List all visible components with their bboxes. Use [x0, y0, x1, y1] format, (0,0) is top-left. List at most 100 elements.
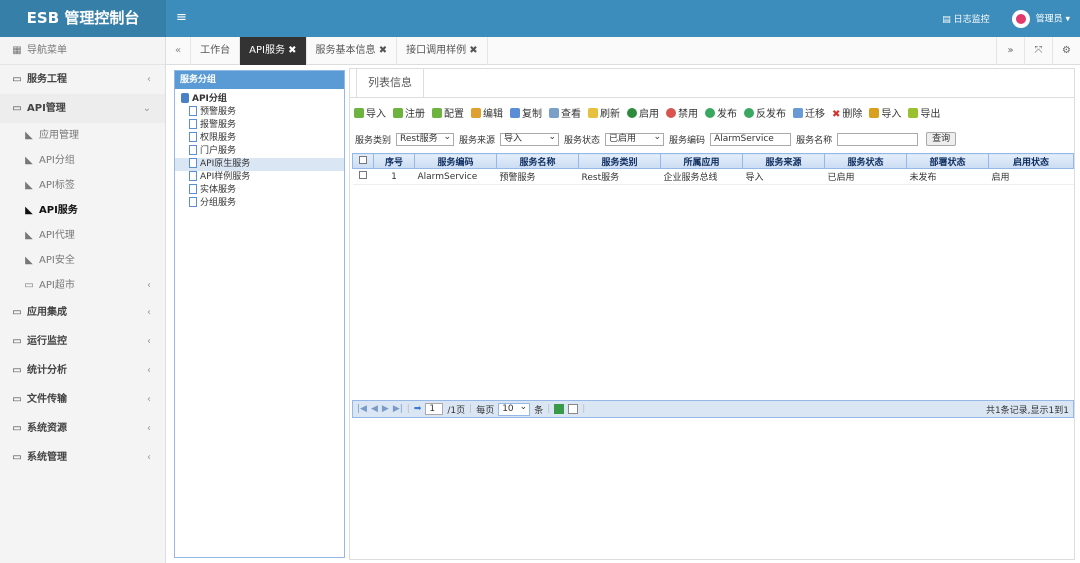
page-size-select[interactable]: 10 [498, 402, 531, 416]
excel-export-icon[interactable] [554, 404, 565, 414]
service-table: 序号 服务编码 服务名称 服务类别 所属应用 服务来源 服务状态 部署状态 启用… [352, 153, 1074, 185]
sidebar-item-statistics[interactable]: ▭ 统计分析 ‹ [0, 356, 165, 385]
checkbox-icon [359, 171, 367, 179]
first-page-icon[interactable]: |◀ [357, 404, 367, 414]
tag-icon: ◣ [25, 155, 33, 166]
col-header[interactable]: 服务编码 [414, 153, 497, 169]
unpublish-button[interactable]: 反发布 [744, 105, 786, 120]
col-header[interactable]: 服务来源 [742, 153, 825, 169]
register-button[interactable]: 注册 [393, 105, 425, 120]
col-header[interactable]: 所属应用 [660, 153, 743, 169]
filter-name-label: 服务名称 [796, 135, 833, 146]
query-button[interactable]: 查询 [926, 132, 957, 146]
row-checkbox[interactable] [352, 168, 374, 185]
tree-node[interactable]: 分组服务 [175, 197, 344, 210]
tree-node[interactable]: 报警服务 [175, 119, 344, 132]
app-title[interactable]: ESB 管理控制台 [0, 0, 166, 37]
log-monitor-link[interactable]: ▤ 日志监控 [942, 12, 989, 25]
fullscreen-icon[interactable]: ⤧ [1024, 37, 1052, 65]
export-button[interactable]: 导出 [908, 105, 940, 120]
tab-call-example[interactable]: 接口调用样例 ✖ [397, 37, 488, 65]
last-page-icon[interactable]: ▶| [393, 404, 403, 414]
service-name-input[interactable] [837, 132, 919, 146]
document-icon[interactable] [568, 404, 579, 414]
col-header[interactable]: 部署状态 [906, 153, 989, 169]
disable-button[interactable]: 禁用 [666, 105, 698, 120]
sidebar-item-app-integration[interactable]: ▭ 应用集成 ‹ [0, 298, 165, 327]
toolbar: 导入 注册 配置 编辑 复制 查看 刷新 启用 禁用 发布 反发布 迁移 ✖ 删除… [354, 105, 940, 120]
prev-page-icon[interactable]: ◀ [371, 404, 378, 414]
tab-list-info[interactable]: 列表信息 [356, 69, 424, 97]
sidebar-item-monitoring[interactable]: ▭ 运行监控 ‹ [0, 327, 165, 356]
sidebar-sub-app-management[interactable]: ◣ 应用管理 [0, 123, 165, 148]
table-cell: 已启用 [824, 168, 907, 185]
edit-button[interactable]: 编辑 [471, 105, 503, 120]
tree-node[interactable]: 实体服务 [175, 184, 344, 197]
chevron-left-icon: ‹ [147, 280, 151, 291]
folder-icon: ▭ [24, 280, 34, 291]
service-type-select[interactable]: Rest服务 [396, 132, 455, 146]
sidebar-item-api-management[interactable]: ▭ API管理 ⌄ [0, 94, 165, 123]
sidebar-item-file-transfer[interactable]: ▭ 文件传输 ‹ [0, 385, 165, 414]
menu-toggle-icon[interactable]: ≡ [176, 10, 187, 25]
config-button[interactable]: 配置 [432, 105, 464, 120]
tree-root[interactable]: API分组 [175, 93, 344, 106]
tab-service-basic-info[interactable]: 服务基本信息 ✖ [307, 37, 398, 65]
next-page-icon[interactable]: ▶ [382, 404, 389, 414]
folder-icon: ▭ [12, 452, 22, 463]
col-header[interactable]: 服务类别 [578, 153, 661, 169]
gear-icon[interactable]: ⚙ [1052, 37, 1080, 65]
folder-icon: ▭ [12, 103, 22, 114]
col-header[interactable]: 启用状态 [988, 153, 1074, 169]
table-cell: 导入 [742, 168, 825, 185]
select-all-checkbox[interactable] [352, 153, 374, 169]
import-button[interactable]: 导入 [354, 105, 386, 120]
sidebar-item-service-project[interactable]: ▭ 服务工程 ‹ [0, 65, 165, 94]
view-button[interactable]: 查看 [549, 105, 581, 120]
sidebar-header: ▦ 导航菜单 [0, 37, 165, 65]
tab-scroll-left[interactable]: « [166, 37, 192, 65]
service-source-select[interactable]: 导入 [500, 132, 560, 146]
go-icon[interactable]: ➡ [414, 404, 422, 414]
file-icon [189, 197, 197, 207]
divider: | [469, 404, 473, 414]
tag-icon: ◣ [25, 230, 33, 241]
col-header[interactable]: 服务状态 [824, 153, 907, 169]
col-header[interactable]: 序号 [373, 153, 415, 169]
tree-node[interactable]: 预警服务 [175, 106, 344, 119]
col-header[interactable]: 服务名称 [496, 153, 579, 169]
page-input[interactable]: 1 [425, 403, 444, 415]
service-code-input[interactable]: AlarmService [710, 132, 792, 146]
sidebar-sub-api-group[interactable]: ◣ API分组 [0, 148, 165, 173]
migrate-button[interactable]: 迁移 [793, 105, 825, 120]
sidebar-sub-api-security[interactable]: ◣ API安全 [0, 248, 165, 273]
import2-button[interactable]: 导入 [869, 105, 901, 120]
folder-icon: ▭ [12, 336, 22, 347]
sidebar-sub-api-tag[interactable]: ◣ API标签 [0, 173, 165, 198]
refresh-button[interactable]: 刷新 [588, 105, 620, 120]
tree-node[interactable]: 门户服务 [175, 145, 344, 158]
user-menu[interactable]: 管理员 ▾ [1011, 9, 1070, 28]
publish-button[interactable]: 发布 [705, 105, 737, 120]
sidebar-sub-api-service[interactable]: ◣ API服务 [0, 198, 165, 223]
enable-button[interactable]: 启用 [627, 105, 659, 120]
sidebar-sub-api-market[interactable]: ▭ API超市 ‹ [0, 273, 165, 298]
sidebar-item-system-resources[interactable]: ▭ 系统资源 ‹ [0, 414, 165, 443]
delete-button[interactable]: ✖ 删除 [832, 105, 862, 120]
filter-source-label: 服务来源 [459, 135, 496, 146]
tree-node[interactable]: 权限服务 [175, 132, 344, 145]
tree-node-selected[interactable]: API原生服务 [175, 158, 344, 171]
table-cell: 未发布 [906, 168, 989, 185]
sidebar-sub-api-proxy[interactable]: ◣ API代理 [0, 223, 165, 248]
table-row[interactable]: 1 AlarmService 预警服务 Rest服务 企业服务总线 导入 已启用… [352, 168, 1074, 185]
service-status-select[interactable]: 已启用 [605, 132, 665, 146]
checkbox-icon [359, 155, 367, 164]
tab-workbench[interactable]: 工作台 [191, 37, 241, 65]
folder-icon: ▭ [12, 365, 22, 376]
tab-api-service[interactable]: API服务 ✖ [240, 37, 307, 65]
top-bar: ESB 管理控制台 ≡ ▤ 日志监控 管理员 ▾ [0, 0, 1080, 37]
tree-node[interactable]: API样例服务 [175, 171, 344, 184]
tab-scroll-right-icon[interactable]: » [996, 37, 1024, 65]
sidebar-item-system-management[interactable]: ▭ 系统管理 ‹ [0, 443, 165, 472]
copy-button[interactable]: 复制 [510, 105, 542, 120]
